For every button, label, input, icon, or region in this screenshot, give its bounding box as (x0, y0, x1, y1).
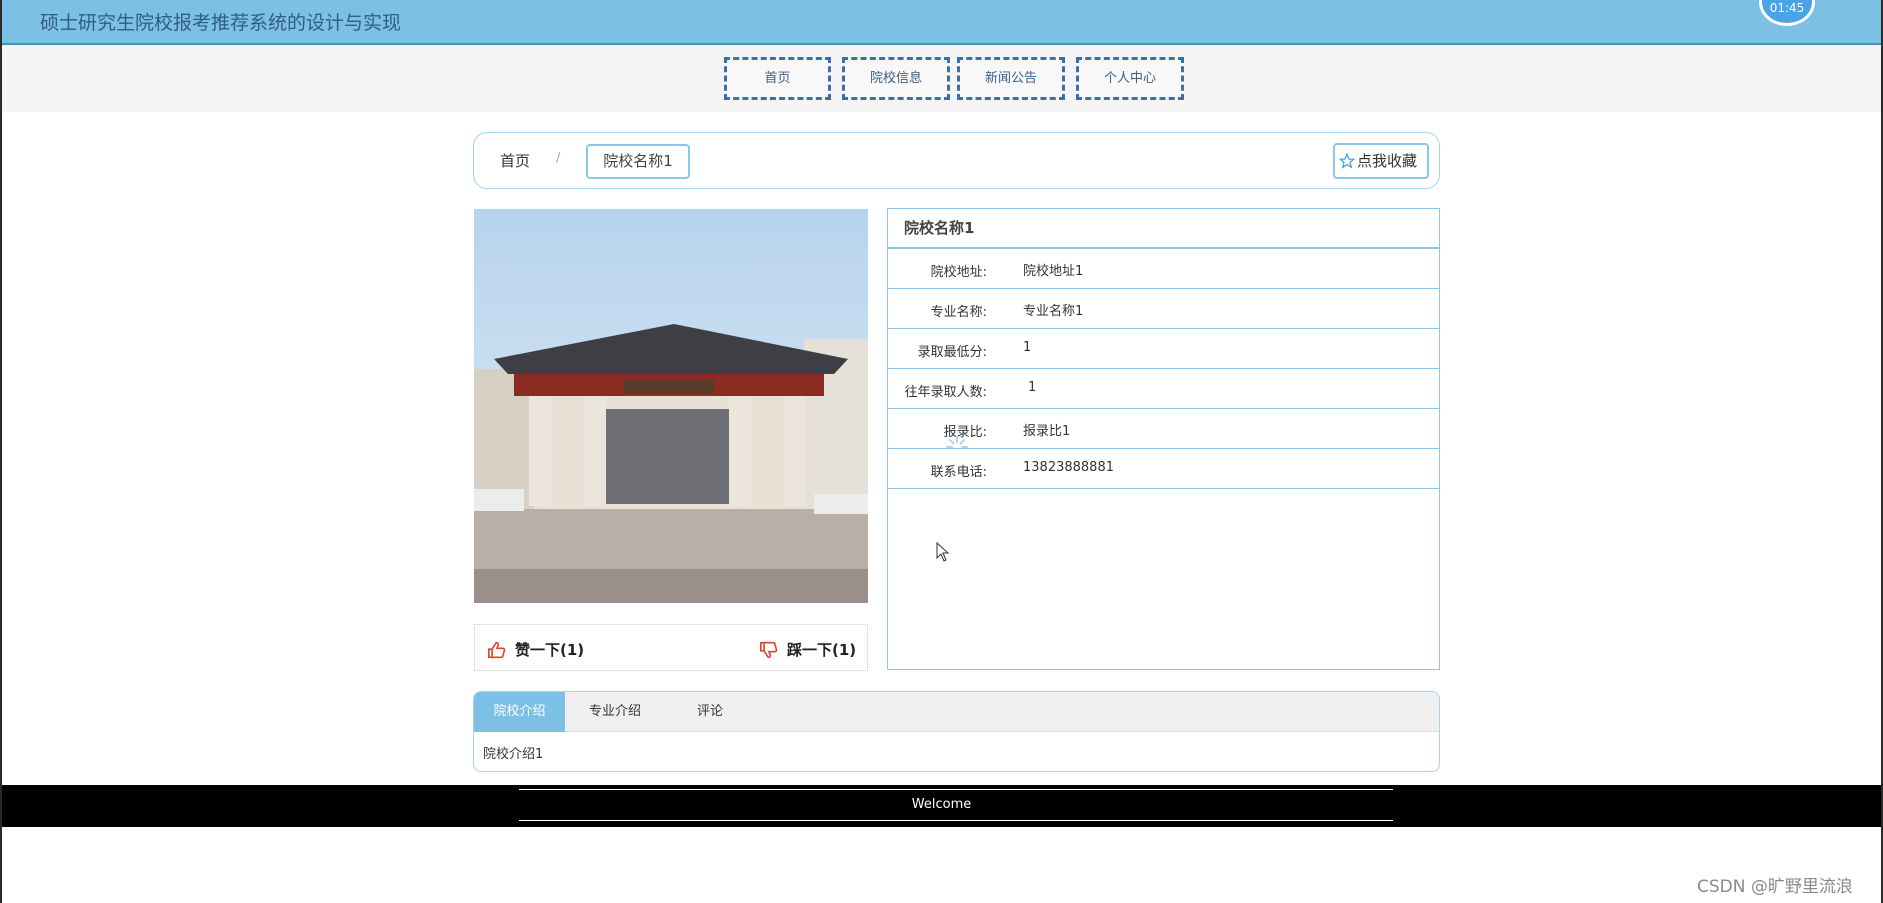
tab-content: 院校介绍1 (483, 747, 544, 762)
detail-row: 联系电话: 13823888881 (888, 449, 1439, 489)
nav-item-news[interactable]: 新闻公告 (957, 57, 1065, 100)
breadcrumb-current: 院校名称1 (586, 144, 690, 179)
detail-value: 1 (1028, 380, 1037, 395)
footer-text: Welcome (911, 797, 972, 812)
detail-label: 联系电话: (930, 465, 987, 480)
main-nav: 首页 院校信息 新闻公告 个人中心 (2, 45, 1881, 112)
nav-item-school-info[interactable]: 院校信息 (842, 57, 950, 100)
detail-value: 13823888881 (1023, 460, 1114, 475)
school-photo (474, 209, 868, 603)
detail-label: 专业名称: (930, 305, 987, 320)
detail-value: 专业名称1 (1023, 304, 1084, 319)
top-header: 硕士研究生院校报考推荐系统的设计与实现 01:45 (2, 0, 1881, 45)
nav-item-home[interactable]: 首页 (724, 57, 831, 100)
like-button[interactable]: 赞一下(1) (487, 639, 584, 660)
detail-row: 报录比: 报录比1 (888, 409, 1439, 449)
dislike-button[interactable]: 踩一下(1) (759, 639, 856, 660)
footer-divider-top (519, 789, 1393, 790)
tab-school-intro[interactable]: 院校介绍 (474, 692, 565, 732)
tab-bar: 院校介绍 专业介绍 评论 (474, 692, 1439, 732)
loading-spinner-icon (946, 436, 968, 448)
school-name-title: 院校名称1 (888, 209, 1439, 249)
star-icon (1339, 153, 1355, 169)
footer-divider-bottom (519, 820, 1393, 821)
dislike-label: 踩一下(1) (787, 641, 857, 659)
detail-value: 院校地址1 (1023, 264, 1084, 279)
like-label: 赞一下(1) (515, 641, 585, 659)
detail-row: 往年录取人数: 1 (888, 369, 1439, 409)
detail-row: 录取最低分: 1 (888, 329, 1439, 369)
detail-row: 院校地址: 院校地址1 (888, 249, 1439, 289)
detail-label: 录取最低分: (917, 345, 987, 360)
tab-comments[interactable]: 评论 (665, 692, 755, 732)
clock-badge: 01:45 (1759, 0, 1815, 26)
school-detail-panel: 院校名称1 院校地址: 院校地址1 专业名称: 专业名称1 录取最低分: 1 往… (887, 208, 1440, 670)
breadcrumb-home-link[interactable]: 首页 (500, 150, 530, 171)
detail-value: 报录比1 (1023, 424, 1071, 439)
tab-major-intro[interactable]: 专业介绍 (565, 692, 665, 732)
site-title: 硕士研究生院校报考推荐系统的设计与实现 (40, 12, 402, 34)
detail-label: 往年录取人数: (904, 385, 987, 400)
thumbs-up-icon (488, 641, 506, 658)
thumbs-down-icon (760, 641, 778, 658)
detail-value: 1 (1023, 340, 1032, 355)
favorite-button[interactable]: 点我收藏 (1333, 143, 1429, 179)
detail-row: 专业名称: 专业名称1 (888, 289, 1439, 329)
mouse-cursor-icon (936, 542, 950, 562)
watermark: CSDN @旷野里流浪 (1697, 877, 1853, 897)
favorite-button-label: 点我收藏 (1357, 152, 1418, 170)
page: 硕士研究生院校报考推荐系统的设计与实现 01:45 首页 院校信息 新闻公告 个… (0, 0, 1883, 903)
breadcrumb: 首页 / 院校名称1 点我收藏 (473, 132, 1440, 189)
detail-tabs: 院校介绍 专业介绍 评论 院校介绍1 (473, 691, 1440, 772)
footer: Welcome (2, 785, 1881, 827)
breadcrumb-separator: / (556, 151, 561, 166)
detail-label: 院校地址: (930, 265, 987, 280)
vote-bar: 赞一下(1) 踩一下(1) (474, 624, 868, 671)
nav-item-personal-center[interactable]: 个人中心 (1076, 57, 1184, 100)
